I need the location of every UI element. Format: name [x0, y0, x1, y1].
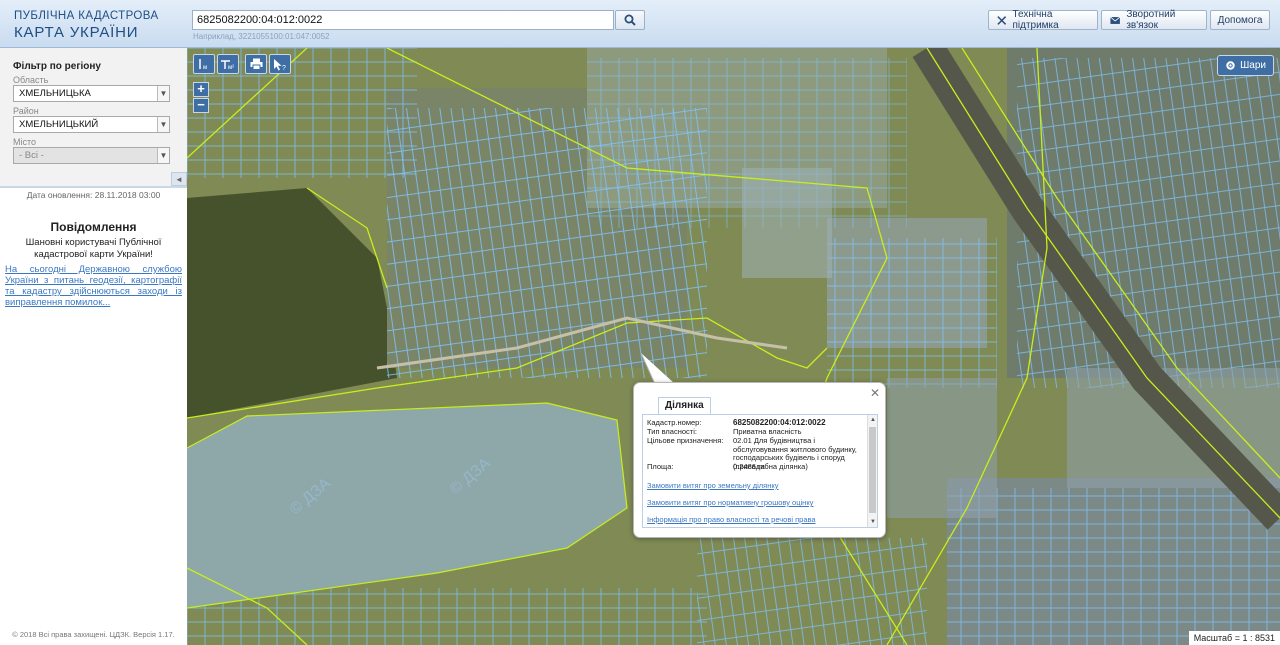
info-key: Площа:	[647, 462, 674, 471]
zoom-control: + −	[193, 82, 209, 114]
oblast-label: Область	[13, 75, 49, 85]
filter-title: Фільтр по регіону	[13, 61, 101, 72]
info-pointer-button[interactable]: ?	[269, 54, 291, 74]
scroll-down-icon[interactable]: ▼	[868, 517, 877, 527]
region-filter: Фільтр по регіону Область ХМЕЛЬНИЦЬКА ▼ …	[0, 48, 187, 188]
copyright: © 2018 Всі права захищені. ЦДЗК. Версія …	[12, 630, 175, 639]
layers-label: Шари	[1240, 60, 1266, 71]
scale-indicator: Масштаб = 1 : 8531	[1188, 631, 1280, 645]
misto-label: Місто	[13, 137, 37, 147]
envelope-icon	[1110, 16, 1121, 24]
oblast-select[interactable]: ХМЕЛЬНИЦЬКА ▼	[13, 85, 170, 102]
chevron-down-icon: ▼	[157, 148, 169, 163]
popup-scrollbar[interactable]: ▲ ▼	[867, 415, 877, 527]
tech-support-button[interactable]: Технічна підтримка	[988, 9, 1098, 31]
logo-line-2: КАРТА УКРАЇНИ	[14, 23, 139, 41]
svg-text:?: ?	[282, 65, 286, 71]
sidebar: Фільтр по регіону Область ХМЕЛЬНИЦЬКА ▼ …	[0, 48, 187, 645]
tech-support-label: Технічна підтримка	[1012, 9, 1059, 31]
logo-line-1: ПУБЛІЧНА КАДАСТРОВА	[14, 10, 159, 22]
measure-distance-button[interactable]: м	[193, 54, 215, 74]
rayon-label: Район	[13, 106, 39, 116]
help-button[interactable]: Допомога	[1210, 10, 1270, 30]
chevron-down-icon: ▼	[157, 86, 169, 101]
search-input[interactable]	[192, 10, 614, 30]
logo[interactable]: ПУБЛІЧНА КАДАСТРОВА КАРТА УКРАЇНИ	[14, 10, 159, 41]
cursor-question-icon: ?	[274, 58, 286, 71]
info-key: Цільове призначення:	[647, 436, 724, 445]
scroll-thumb[interactable]	[869, 427, 876, 513]
tab-parcel[interactable]: Ділянка	[658, 397, 711, 414]
svg-text:м: м	[203, 65, 207, 70]
printer-icon	[250, 58, 262, 70]
print-button[interactable]	[245, 54, 267, 74]
layers-button[interactable]: Шари	[1217, 55, 1274, 76]
ownership-info-link[interactable]: Інформація про право власності та речові…	[647, 515, 816, 524]
help-label: Допомога	[1217, 14, 1263, 26]
zoom-in-button[interactable]: +	[193, 82, 209, 97]
search-button[interactable]	[615, 10, 645, 30]
feedback-label: Зворотний зв'язок	[1126, 9, 1176, 31]
notice-link[interactable]: На сьогодні Державною службою України з …	[5, 264, 182, 308]
chevron-down-icon: ▼	[157, 117, 169, 132]
update-date: Дата оновлення: 28.11.2018 03:00	[26, 190, 161, 200]
svg-text:м²: м²	[228, 65, 234, 70]
area-ruler-icon: м²	[221, 60, 234, 70]
gear-icon	[1226, 61, 1235, 70]
header: ПУБЛІЧНА КАДАСТРОВА КАРТА УКРАЇНИ Наприк…	[0, 0, 1280, 48]
tools-icon	[997, 15, 1007, 25]
notice-text: Шановні користувачі Публічної кадастрово…	[25, 237, 162, 260]
satellite-map[interactable]	[187, 48, 1280, 645]
collapse-sidebar-button[interactable]: ◄	[171, 172, 187, 186]
search-icon	[624, 14, 636, 26]
rayon-select[interactable]: ХМЕЛЬНИЦЬКИЙ ▼	[13, 116, 170, 133]
scroll-up-icon[interactable]: ▲	[868, 415, 877, 425]
parcel-info-popup: ✕ Ділянка Кадастр.номер: 6825082200:04:0…	[633, 382, 886, 538]
close-icon[interactable]: ✕	[870, 386, 880, 400]
measure-area-button[interactable]: м²	[217, 54, 239, 74]
map-toolbar: м м² ?	[193, 54, 291, 74]
order-valuation-link[interactable]: Замовити витяг про нормативну грошову оц…	[647, 498, 813, 507]
order-extract-link[interactable]: Замовити витяг про земельну ділянку	[647, 481, 779, 490]
parcel-area: 0.2486 га	[733, 462, 765, 471]
ruler-icon: м	[199, 59, 207, 70]
misto-value: - Всі -	[19, 150, 44, 161]
map-view[interactable]: © ДЗА © ДЗА м м² ? + − Шари ✕ Ділянка Ка…	[187, 48, 1280, 645]
zoom-out-button[interactable]: −	[193, 98, 209, 113]
notice-title: Повідомлення	[50, 220, 137, 234]
rayon-value: ХМЕЛЬНИЦЬКИЙ	[19, 119, 99, 130]
misto-select[interactable]: - Всі - ▼	[13, 147, 170, 164]
feedback-button[interactable]: Зворотний зв'язок	[1101, 9, 1207, 31]
search-example: Наприклад, 3221055100:01:047:0052	[193, 32, 330, 41]
oblast-value: ХМЕЛЬНИЦЬКА	[19, 88, 91, 99]
popup-content: Кадастр.номер: 6825082200:04:012:0022 Ти…	[642, 414, 878, 528]
